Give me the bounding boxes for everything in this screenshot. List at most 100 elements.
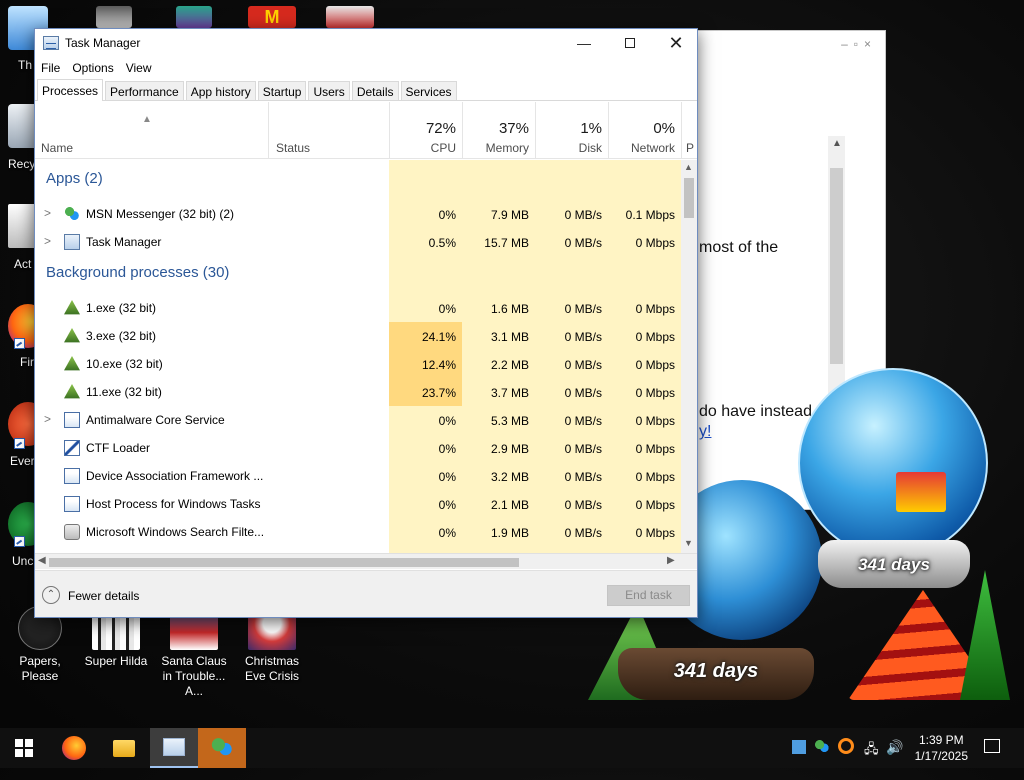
tab-services[interactable]: Services [400,81,457,100]
process-memory: 3.2 MB [490,470,529,484]
menu-options[interactable]: Options [72,61,113,75]
tab-startup[interactable]: Startup [257,81,307,100]
tree-icon [64,328,80,343]
header-cpu[interactable]: 72% CPU [389,102,462,159]
maximize-button[interactable] [607,29,653,57]
desktop-icon-label: Super Hilda [84,654,148,668]
tab-app-history[interactable]: App history [185,81,256,100]
clock[interactable]: 1:39 PM 1/17/2025 [915,732,968,764]
network-icon[interactable]: 🖧 [864,740,879,780]
expand-chevron-icon[interactable]: > [44,234,51,248]
scroll-up-icon[interactable]: ▲ [832,138,842,149]
title-bar[interactable]: Task Manager — ✕ [35,29,697,57]
scroll-left-icon[interactable]: ◀ [38,555,46,566]
taskbar-task-manager[interactable] [150,728,198,768]
close-button[interactable]: ✕ [653,29,699,57]
fewer-details-link[interactable]: Fewer details [68,589,139,603]
process-cpu: 24.1% [389,322,462,350]
process-network: 0.1 Mbps [625,208,675,222]
process-cpu: 12.4% [389,350,462,378]
footer-bar: ⌃ Fewer details End task [35,570,697,617]
process-network: 0 Mbps [635,236,675,250]
header-name[interactable]: Name [41,141,73,155]
process-disk: 0 MB/s [564,236,602,250]
chevron-up-icon[interactable]: ⌃ [42,586,60,604]
vertical-scrollbar[interactable]: ▲ ▼ [681,160,697,553]
desktop-app-icon[interactable] [96,6,132,28]
process-name: 1.exe (32 bit) [86,301,157,315]
background-link[interactable]: y! [699,423,711,441]
process-disk: 0 MB/s [564,442,602,456]
end-task-button[interactable]: End task [607,585,690,606]
table-row[interactable]: Microsoft Windows Search Filte... 0% 1.9 M… [35,518,681,546]
process-memory: 2.9 MB [490,442,529,456]
tray-app-icon[interactable] [792,740,806,754]
msn-tray-icon[interactable] [814,739,830,755]
start-button[interactable] [0,728,48,768]
background-scrollbar[interactable]: ▲ [828,136,845,394]
expand-chevron-icon[interactable]: > [44,206,51,220]
table-row[interactable]: CTF Loader 0% 2.9 MB 0 MB/s 0 Mbps [35,434,681,462]
table-row[interactable]: > Antimalware Core Service 0% 5.3 MB 0 MB/s 0… [35,406,681,434]
column-header: ▲ Name Status 72% CPU 37% Memory 1% Disk… [35,102,697,159]
process-name: Task Manager [86,235,162,249]
countdown-label: 341 days [673,660,759,682]
gifts-icon [896,472,946,512]
scroll-up-icon[interactable]: ▲ [684,162,693,172]
table-row[interactable]: Host Process for Windows Tasks 0% 2.1 MB 0 … [35,490,681,518]
scrollbar-thumb[interactable] [49,558,519,567]
disk-total: 1% [580,120,602,137]
tab-performance[interactable]: Performance [105,81,184,100]
table-row[interactable]: 1.exe (32 bit) 0% 1.6 MB 0 MB/s 0 Mbps [35,294,681,322]
notifications-icon[interactable] [984,739,1000,753]
header-memory[interactable]: 37% Memory [462,102,535,159]
tab-users[interactable]: Users [308,81,350,100]
scroll-down-icon[interactable]: ▼ [684,538,693,548]
sort-caret-icon[interactable]: ▲ [142,114,152,125]
table-row[interactable]: 11.exe (32 bit) 23.7% 3.7 MB 0 MB/s 0 Mbps [35,378,681,406]
process-cpu: 0% [438,414,456,428]
horizontal-scrollbar[interactable]: ◀ ▶ [35,553,697,569]
task-manager-window[interactable]: Task Manager — ✕ File Options View Proce… [34,28,698,618]
scrollbar-thumb[interactable] [830,168,843,364]
process-name: Host Process for Windows Tasks [86,497,261,511]
table-row[interactable]: Device Association Framework ... 0% 3.2 MB… [35,462,681,490]
expand-chevron-icon[interactable]: > [44,412,51,426]
tab-details[interactable]: Details [351,81,399,100]
desktop-app-icon[interactable] [176,6,212,28]
desktop-icon-label: Unc [12,554,34,568]
window-title: Task Manager [65,36,141,50]
taskbar-file-explorer[interactable] [100,728,148,768]
table-row[interactable]: 10.exe (32 bit) 12.4% 2.2 MB 0 MB/s 0 Mbps [35,350,681,378]
desktop-icon-label: Fir [20,355,34,369]
menu-file[interactable]: File [41,61,60,75]
volume-icon[interactable]: 🔊 [886,739,903,779]
group-header-background: Background processes (30) [46,264,230,281]
desktop-app-icon[interactable] [326,6,374,28]
search-tray-icon[interactable] [838,738,854,754]
header-power-partial[interactable]: P [681,102,697,159]
group-header-apps: Apps (2) [46,170,103,187]
header-disk[interactable]: 1% Disk [535,102,608,159]
menu-view[interactable]: View [126,61,152,75]
taskbar-firefox[interactable] [50,728,98,768]
tab-processes[interactable]: Processes [37,79,104,101]
mcdonalds-icon[interactable]: M [248,6,296,28]
desktop-icon-label: Recy [8,157,36,171]
process-memory: 3.7 MB [490,386,529,400]
header-status[interactable]: Status [268,102,389,159]
process-cpu: 0% [438,470,456,484]
table-row[interactable]: 3.exe (32 bit) 24.1% 3.1 MB 0 MB/s 0 Mbps [35,322,681,350]
taskbar-msn-messenger[interactable] [198,728,246,768]
desktop-icon-label: Act [14,257,32,271]
window-controls[interactable]: –▫× [841,37,877,51]
memory-total: 37% [498,120,529,137]
tree-icon [64,384,80,399]
scrollbar-thumb[interactable] [684,178,694,218]
table-row[interactable]: > MSN Messenger (32 bit) (2) 0% 7.9 MB 0 MB/… [35,200,681,228]
desktop-icon-santa-claus[interactable]: Santa Claus in Trouble... A... [156,606,232,699]
scroll-right-icon[interactable]: ▶ [667,555,675,566]
table-row[interactable]: > Task Manager 0.5% 15.7 MB 0 MB/s 0 Mbps [35,228,681,256]
minimize-button[interactable]: — [561,29,607,57]
header-network[interactable]: 0% Network [608,102,681,159]
